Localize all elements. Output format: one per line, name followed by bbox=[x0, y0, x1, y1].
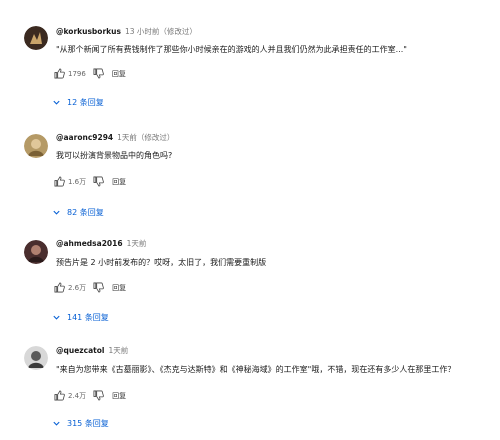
comment-text: "来自为您带来《古墓丽影》、《杰克与达斯特》和《神秘海域》的工作室"哦，不错，现… bbox=[56, 365, 456, 374]
replies-label: 315 条回复 bbox=[67, 419, 109, 428]
comment-timestamp[interactable]: 1天前 bbox=[108, 346, 128, 355]
avatar[interactable] bbox=[24, 26, 48, 50]
chevron-down-icon bbox=[52, 98, 61, 107]
thumbs-up-icon[interactable] bbox=[54, 390, 65, 401]
comment-author[interactable]: @quezcatol bbox=[56, 346, 104, 355]
avatar[interactable] bbox=[24, 240, 48, 264]
reply-button[interactable]: 回复 bbox=[112, 69, 126, 79]
like-count: 1.6万 bbox=[68, 177, 87, 186]
comment: @korkusborkus 13 小时前（修改过） "从那个新闻了所有费钱制作了那… bbox=[0, 0, 500, 112]
reply-button[interactable]: 回复 bbox=[112, 283, 126, 293]
view-replies-button[interactable]: 315 条回复 bbox=[52, 418, 109, 429]
like-count: 2.6万 bbox=[68, 283, 87, 292]
replies-label: 141 条回复 bbox=[67, 313, 109, 322]
view-replies-button[interactable]: 12 条回复 bbox=[52, 97, 104, 108]
replies-label: 82 条回复 bbox=[67, 208, 104, 217]
like-count: 1796 bbox=[68, 69, 86, 78]
view-replies-button[interactable]: 82 条回复 bbox=[52, 207, 104, 218]
avatar[interactable] bbox=[24, 134, 48, 158]
comment: @ahmedsa2016 1天前 预告片是 2 小时前发布的？哎呀，太旧了，我们需… bbox=[0, 222, 500, 332]
thumbs-up-icon[interactable] bbox=[54, 176, 65, 187]
reply-button[interactable]: 回复 bbox=[112, 177, 126, 187]
like-count: 2.4万 bbox=[68, 391, 87, 400]
comment: @aaronc9294 1天前（修改过） 我可以扮演背景物品中的角色吗? 1.6万… bbox=[0, 112, 500, 222]
comment-timestamp[interactable]: 1天前（修改过） bbox=[117, 133, 174, 142]
comment-text: "从那个新闻了所有费钱制作了那些你小时候亲在的游戏的人并且我们仍然为此承担责任的… bbox=[56, 45, 407, 54]
comment-author[interactable]: @korkusborkus bbox=[56, 27, 121, 36]
comment-text: 我可以扮演背景物品中的角色吗? bbox=[56, 151, 173, 160]
thumbs-up-icon[interactable] bbox=[54, 282, 65, 293]
chevron-down-icon bbox=[52, 419, 61, 428]
chevron-down-icon bbox=[52, 208, 61, 217]
comment: @quezcatol 1天前 "来自为您带来《古墓丽影》、《杰克与达斯特》和《神秘… bbox=[0, 332, 500, 440]
thumbs-up-icon[interactable] bbox=[54, 68, 65, 79]
reply-button[interactable]: 回复 bbox=[112, 391, 126, 401]
thumbs-down-icon[interactable] bbox=[93, 176, 104, 187]
thumbs-down-icon[interactable] bbox=[93, 68, 104, 79]
chevron-down-icon bbox=[52, 313, 61, 322]
comment-timestamp[interactable]: 1天前 bbox=[127, 239, 147, 248]
comment-timestamp[interactable]: 13 小时前（修改过） bbox=[125, 27, 197, 36]
comment-author[interactable]: @ahmedsa2016 bbox=[56, 239, 123, 248]
thumbs-down-icon[interactable] bbox=[93, 390, 104, 401]
thumbs-down-icon[interactable] bbox=[93, 282, 104, 293]
comment-author[interactable]: @aaronc9294 bbox=[56, 133, 113, 142]
view-replies-button[interactable]: 141 条回复 bbox=[52, 312, 109, 323]
replies-label: 12 条回复 bbox=[67, 98, 104, 107]
avatar[interactable] bbox=[24, 346, 48, 370]
comment-text: 预告片是 2 小时前发布的？哎呀，太旧了，我们需要重制版 bbox=[56, 258, 267, 267]
